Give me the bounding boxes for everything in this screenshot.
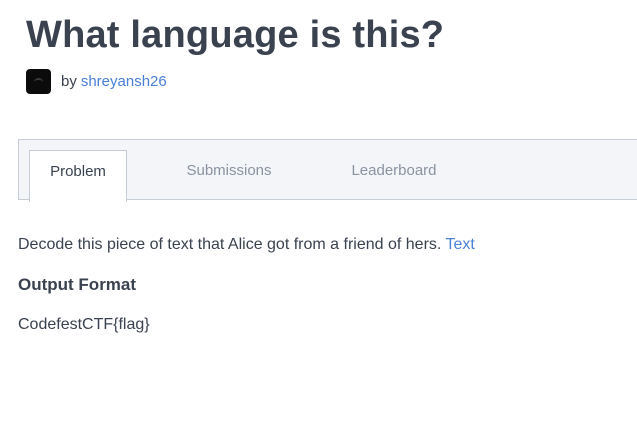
output-format-heading: Output Format <box>18 275 137 294</box>
output-format-value: CodefestCTF{flag} <box>18 316 150 333</box>
author-link[interactable]: shreyansh26 <box>81 73 167 90</box>
by-label: by <box>61 73 77 90</box>
description-text: Decode this piece of text that Alice got… <box>18 236 442 253</box>
avatar-glyph <box>34 78 43 86</box>
challenge-tabs: Problem Submissions Leaderboard <box>18 139 637 202</box>
problem-content: Decode this piece of text that Alice got… <box>18 234 628 336</box>
tab-problem[interactable]: Problem <box>29 150 127 202</box>
text-link[interactable]: Text <box>446 236 475 253</box>
tab-submissions[interactable]: Submissions <box>169 150 289 201</box>
challenge-page: What language is this? by shreyansh26 Pr… <box>0 0 637 435</box>
author-avatar-icon[interactable] <box>26 69 51 94</box>
author-row: by shreyansh26 <box>26 69 167 94</box>
tab-leaderboard[interactable]: Leaderboard <box>339 150 449 201</box>
page-title: What language is this? <box>26 14 445 56</box>
problem-description: Decode this piece of text that Alice got… <box>18 234 628 256</box>
